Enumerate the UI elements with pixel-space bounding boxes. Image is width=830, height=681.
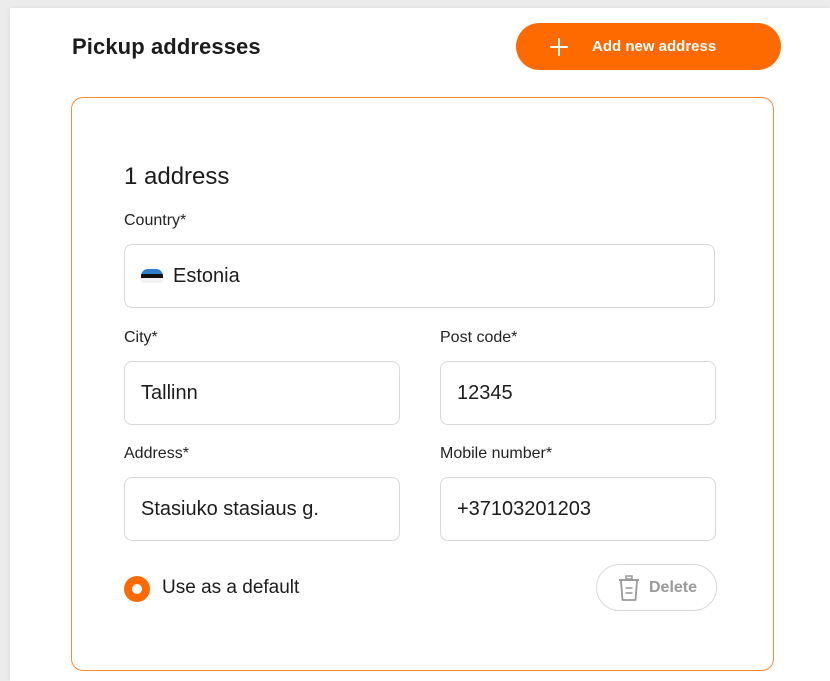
address-card-heading: 1 address [124,163,230,190]
trash-icon [619,574,639,601]
delete-button[interactable]: Delete [596,564,717,611]
country-value: Estonia [173,264,240,287]
city-value: Tallinn [141,381,198,404]
delete-label: Delete [649,578,698,596]
address-label: Address* [124,445,189,462]
radio-selected-icon [132,584,142,594]
address-value: Stasiuko stasiaus g. [141,497,319,520]
post-code-label: Post code* [440,329,518,346]
city-label: City* [124,329,158,346]
page: Pickup addresses Add new address 1 addre… [10,8,830,681]
post-code-value: 12345 [457,381,513,404]
page-title: Pickup addresses [72,34,261,59]
mobile-number-value: +37103201203 [457,497,592,520]
address-card: 1 address Country* Estonia City* Tallinn… [71,97,774,671]
default-radio-label[interactable]: Use as a default [162,577,299,599]
country-label: Country* [124,212,187,229]
estonia-flag-icon [141,269,163,283]
plus-icon [546,34,572,60]
address-input[interactable]: Stasiuko stasiaus g. [124,477,400,541]
post-code-input[interactable]: 12345 [440,361,716,425]
default-radio-button[interactable] [124,576,150,602]
add-new-address-label: Add new address [592,38,717,55]
mobile-number-label: Mobile number* [440,445,553,462]
country-select[interactable]: Estonia [124,244,715,308]
add-new-address-button[interactable]: Add new address [516,23,781,70]
mobile-number-input[interactable]: +37103201203 [440,477,716,541]
city-input[interactable]: Tallinn [124,361,400,425]
